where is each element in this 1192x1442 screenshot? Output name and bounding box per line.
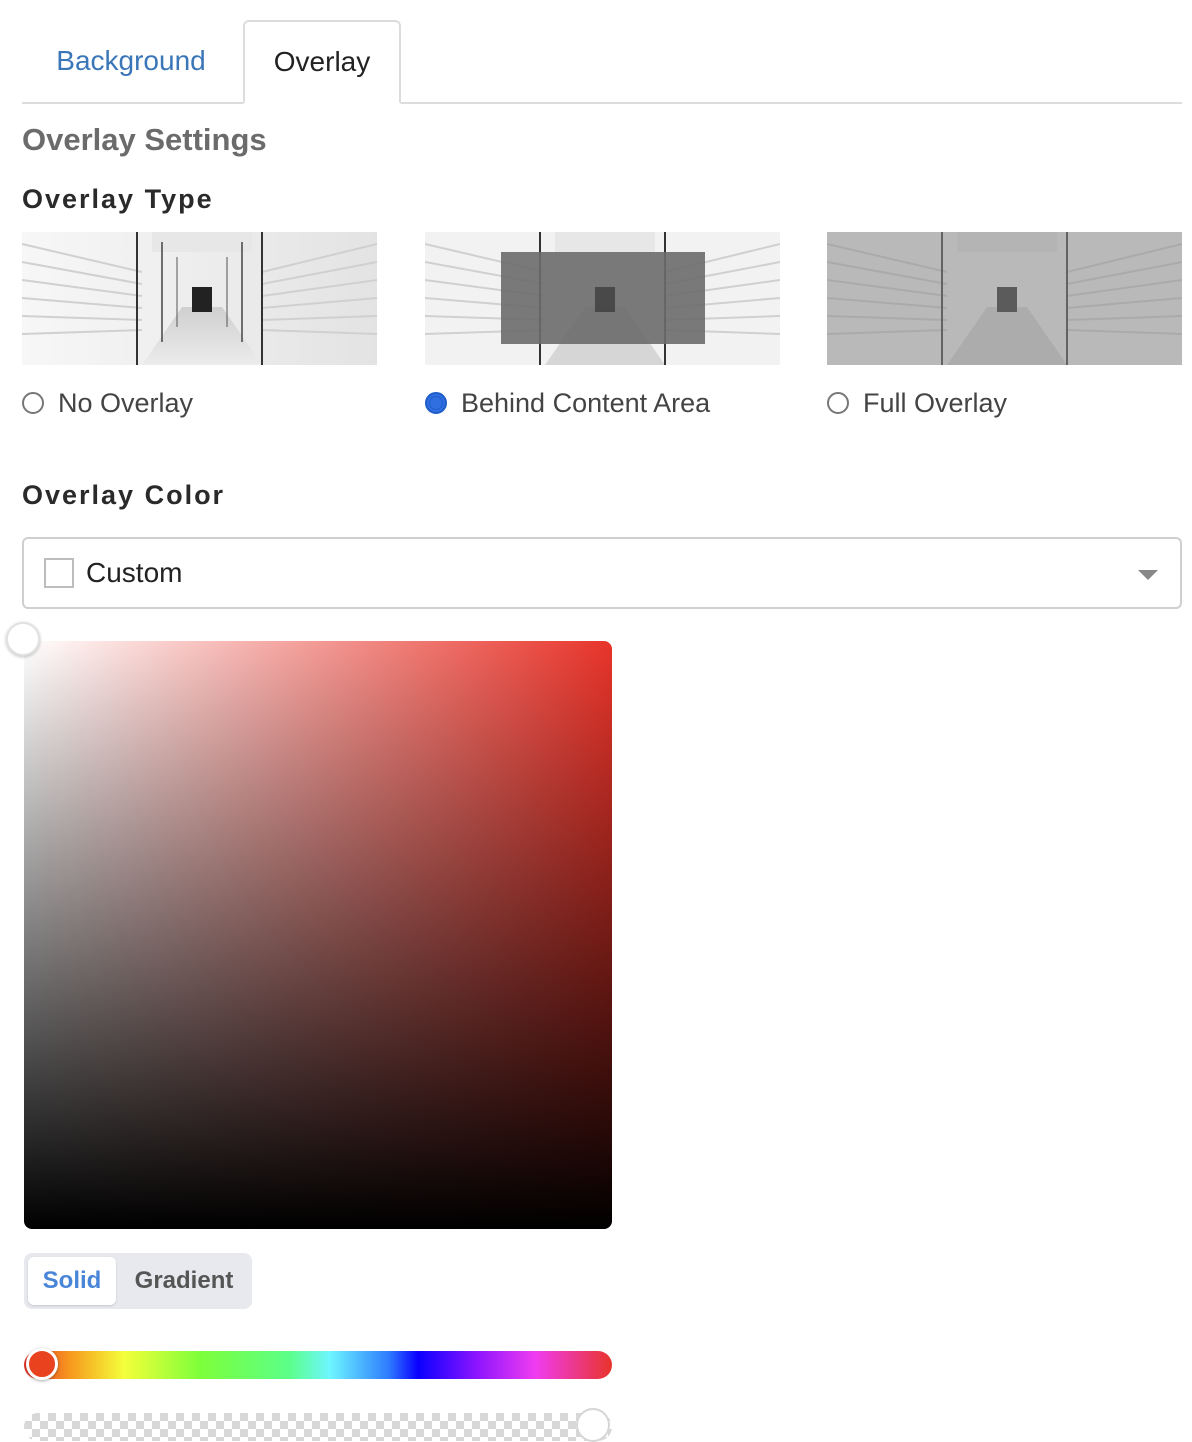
tab-background[interactable]: Background: [22, 20, 240, 102]
solid-button[interactable]: Solid: [28, 1257, 116, 1305]
saturation-value-picker[interactable]: [24, 641, 612, 1229]
hue-slider[interactable]: [24, 1351, 612, 1379]
saturation-value-handle[interactable]: [6, 622, 40, 656]
color-swatch: [44, 558, 74, 588]
alpha-slider[interactable]: [24, 1413, 612, 1441]
radio-label: No Overlay: [58, 387, 194, 418]
overlay-color-label: Overlay Color: [22, 480, 226, 510]
tab-bar: Background Overlay: [22, 20, 1182, 104]
no-overlay-thumbnail[interactable]: [22, 232, 377, 365]
hue-slider-handle[interactable]: [26, 1348, 58, 1380]
chevron-down-icon: [1138, 570, 1158, 580]
behind-content-thumbnail[interactable]: [425, 232, 780, 365]
radio-label: Behind Content Area: [461, 387, 711, 418]
select-value: Custom: [86, 557, 183, 588]
radio-label: Full Overlay: [863, 387, 1008, 418]
tab-overlay[interactable]: Overlay: [243, 20, 401, 104]
radio-full-overlay[interactable]: Full Overlay: [827, 385, 1007, 421]
overlay-color-select[interactable]: Custom: [22, 537, 1182, 609]
radio-button-icon[interactable]: [22, 392, 44, 414]
alpha-slider-handle[interactable]: [576, 1408, 610, 1442]
radio-no-overlay[interactable]: No Overlay: [22, 385, 193, 421]
full-overlay-thumbnail[interactable]: [827, 232, 1182, 365]
overlay-type-label: Overlay Type: [22, 184, 214, 214]
radio-behind-content-area[interactable]: Behind Content Area: [425, 385, 710, 421]
fill-mode-toggle: Solid Gradient: [24, 1253, 252, 1309]
radio-button-checked-icon[interactable]: [425, 392, 447, 414]
gradient-button[interactable]: Gradient: [120, 1257, 248, 1305]
section-title: Overlay Settings: [22, 122, 267, 157]
radio-button-icon[interactable]: [827, 392, 849, 414]
